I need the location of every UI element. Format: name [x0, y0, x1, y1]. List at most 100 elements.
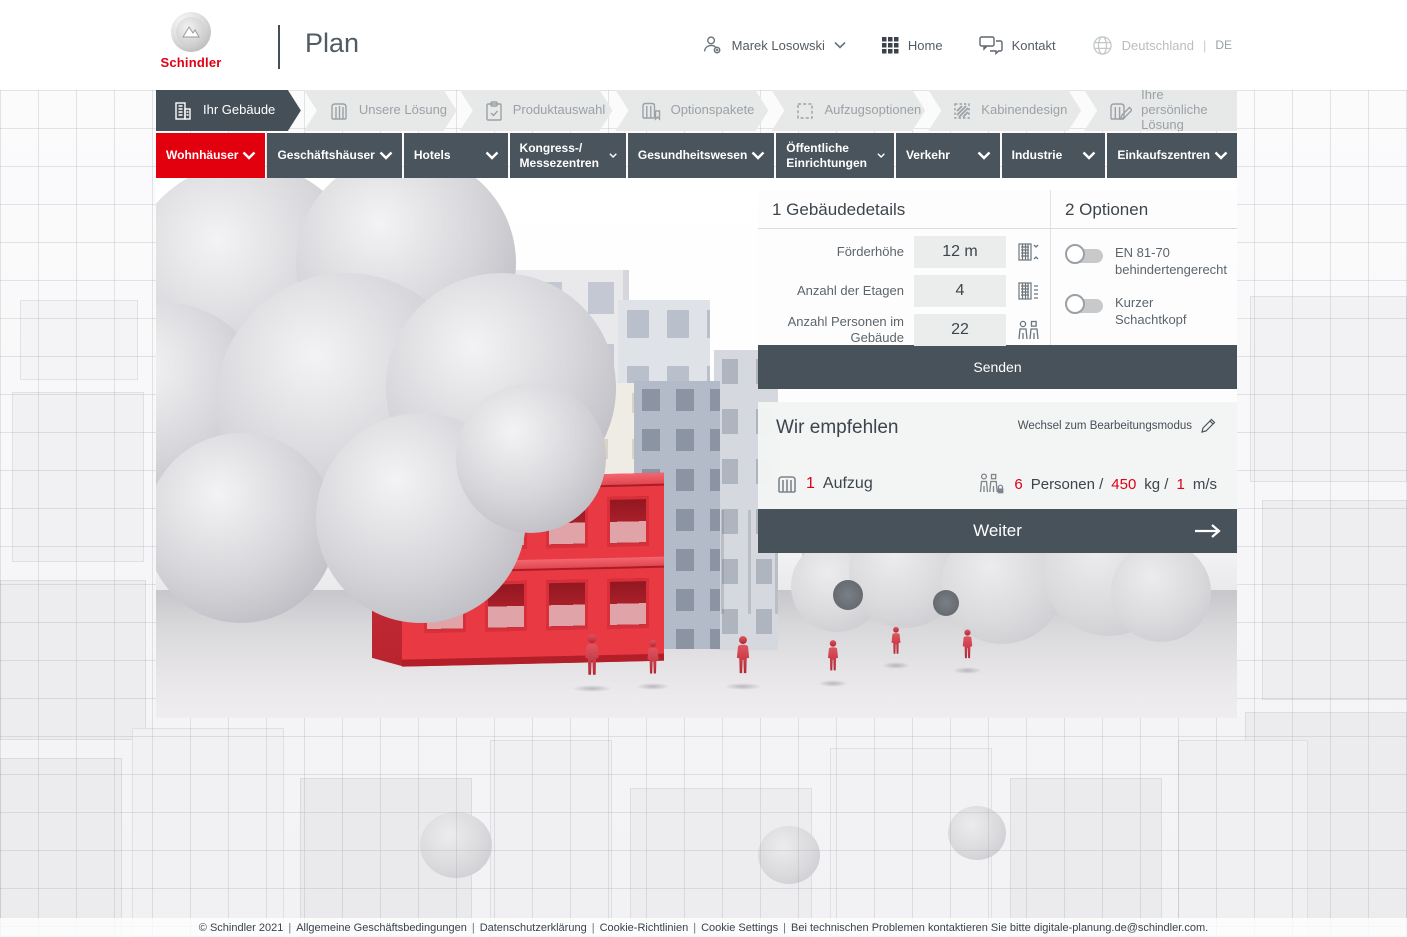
page-title: Plan: [305, 28, 359, 59]
speed-label: m/s: [1193, 476, 1217, 493]
recommendation-title: Wir empfehlen: [776, 417, 899, 439]
step-label: Kabinendesign: [981, 103, 1067, 118]
kontakt-link[interactable]: Kontakt: [979, 35, 1056, 55]
step-label: Unsere Lösung: [359, 103, 447, 118]
personen-input[interactable]: [914, 314, 1006, 346]
field-label: Anzahl Personen im Gebäude: [758, 314, 914, 347]
app-header: Schindler Plan Marek Losowski Home: [0, 0, 1407, 90]
tree-foliage: [456, 383, 606, 533]
section-title: 1 Gebäudedetails: [758, 190, 1050, 229]
header-divider: [278, 25, 280, 69]
home-link[interactable]: Home: [882, 37, 943, 54]
toggle-label: EN 81-70 behindertengerecht: [1115, 245, 1227, 279]
chevron-down-icon: [242, 151, 256, 160]
toggle-knob: [1065, 294, 1085, 314]
main-content: Ihr Gebäude Unsere Lösung Produktauswahl…: [156, 90, 1237, 718]
building-details-card: 1 Gebäudedetails Förderhöhe: [758, 190, 1237, 345]
elevator-icon: [776, 473, 798, 495]
step-label: Optionspakete: [671, 103, 755, 118]
tree-foliage: [156, 433, 336, 623]
step-label: Ihre persönliche Lösung: [1141, 88, 1233, 133]
toggle-switch[interactable]: [1067, 249, 1103, 263]
chevron-down-icon: [751, 151, 765, 160]
logo-circle-icon: [171, 12, 211, 52]
toggle-en-81-70[interactable]: EN 81-70 behindertengerecht: [1067, 245, 1227, 279]
toggle-switch[interactable]: [1067, 299, 1103, 313]
category-tab-kongress-messezentren[interactable]: Kongress-/ Messezentren: [510, 133, 626, 178]
persons-value: 6: [1014, 476, 1022, 493]
user-menu[interactable]: Marek Losowski: [701, 34, 846, 56]
person-figure: [580, 622, 604, 689]
weiter-label: Weiter: [973, 521, 1022, 541]
edit-mode-label: Wechsel zum Bearbeitungsmodus: [1018, 420, 1192, 432]
category-tab-gesundheitswesen[interactable]: Gesundheitswesen: [628, 133, 774, 178]
step-tab-kabinendesign[interactable]: Kabinendesign: [928, 90, 1081, 131]
step-tab-aufzugsoptionen[interactable]: Aufzugsoptionen: [771, 90, 925, 131]
chevron-down-icon: [485, 151, 499, 160]
weiter-button[interactable]: Weiter: [758, 509, 1237, 553]
brand-wordmark: Schindler: [160, 55, 222, 70]
chevron-down-icon: [877, 151, 885, 160]
copyright-text: © Schindler 2021: [199, 922, 284, 934]
clipboard-check-icon: [484, 100, 504, 122]
elevator-count: 1 Aufzug: [776, 473, 873, 495]
category-tab-industrie[interactable]: Industrie: [1002, 133, 1106, 178]
category-tab-einkaufszentren[interactable]: Einkaufszentren: [1107, 133, 1237, 178]
load-label: kg /: [1144, 476, 1168, 493]
person-figure: [959, 618, 976, 671]
options-section: 2 Optionen EN 81-70 behindertengerecht K…: [1051, 190, 1237, 345]
etagen-input[interactable]: [914, 275, 1006, 307]
schindler-logo[interactable]: Schindler: [160, 12, 222, 70]
category-tab-wohnhaeuser[interactable]: Wohnhäuser: [156, 133, 265, 178]
footer-link-agb[interactable]: Allgemeine Geschäftsbedingungen: [283, 922, 466, 934]
category-tab-oeffentliche-einrichtungen[interactable]: Öffentliche Einrichtungen: [776, 133, 894, 178]
persons-load-icon: [976, 472, 1006, 496]
chevron-down-icon: [1082, 151, 1096, 160]
user-name: Marek Losowski: [732, 38, 825, 53]
footer-support-text: Bei technischen Problemen kontaktieren S…: [778, 922, 1208, 934]
person-figure: [643, 628, 663, 687]
building-height-icon: [1006, 239, 1050, 265]
field-label: Anzahl der Etagen: [758, 283, 914, 299]
chat-icon: [979, 35, 1003, 55]
footer-link-datenschutz[interactable]: Datenschutzerklärung: [467, 922, 587, 934]
persons-label: Personen /: [1031, 476, 1104, 493]
senden-button[interactable]: Senden: [758, 345, 1237, 389]
toggle-kurzer-schachtkopf[interactable]: Kurzer Schachtkopf: [1067, 295, 1227, 329]
chevron-down-icon: [379, 151, 393, 160]
lang-divider: |: [1203, 38, 1206, 53]
chevron-down-icon: [977, 151, 991, 160]
tree-shadow: [833, 580, 863, 610]
step-tab-ihr-gebaeude[interactable]: Ihr Gebäude: [156, 90, 301, 131]
language-selector[interactable]: Deutschland | DE: [1092, 35, 1232, 56]
category-tab-verkehr[interactable]: Verkehr: [896, 133, 1000, 178]
chevron-down-icon: [1214, 151, 1228, 160]
step-tab-optionspakete[interactable]: Optionspakete: [616, 90, 769, 131]
country-label: Deutschland: [1122, 38, 1194, 53]
category-tab-geschaeftshaeuser[interactable]: Geschäftshäuser: [267, 133, 401, 178]
footer-link-cookie-settings[interactable]: Cookie Settings: [688, 922, 778, 934]
home-label: Home: [908, 38, 943, 53]
building-floors-icon: [1006, 278, 1050, 304]
step-tab-ihre-persoenliche-loesung[interactable]: Ihre persönliche Lösung: [1084, 90, 1237, 131]
pattern-square-icon: [952, 101, 972, 121]
step-tab-unsere-loesung[interactable]: Unsere Lösung: [304, 90, 457, 131]
field-foerderhoehe: Förderhöhe: [758, 236, 1050, 268]
step-tab-produktauswahl[interactable]: Produktauswahl: [460, 90, 613, 131]
edit-mode-link[interactable]: Wechsel zum Bearbeitungsmodus: [1018, 417, 1217, 434]
load-value: 450: [1111, 476, 1136, 493]
person-figure: [824, 628, 842, 684]
kontakt-label: Kontakt: [1012, 38, 1056, 53]
footer-link-cookie-richtlinien[interactable]: Cookie-Richtlinien: [587, 922, 689, 934]
capacity-summary: 6 Personen / 450 kg / 1 m/s: [976, 472, 1217, 496]
configuration-panel: 1 Gebäudedetails Förderhöhe: [758, 190, 1237, 553]
chevron-down-icon: [609, 151, 617, 160]
speed-value: 1: [1176, 476, 1184, 493]
apps-grid-icon: [882, 37, 899, 54]
tree-shadow: [933, 590, 959, 616]
foerderhoehe-input[interactable]: [914, 236, 1006, 268]
category-tab-hotels[interactable]: Hotels: [404, 133, 508, 178]
recommendation-card: Wir empfehlen Wechsel zum Bearbeitungsmo…: [758, 402, 1237, 509]
persons-icon: [1006, 317, 1050, 343]
person-figure: [732, 624, 754, 687]
